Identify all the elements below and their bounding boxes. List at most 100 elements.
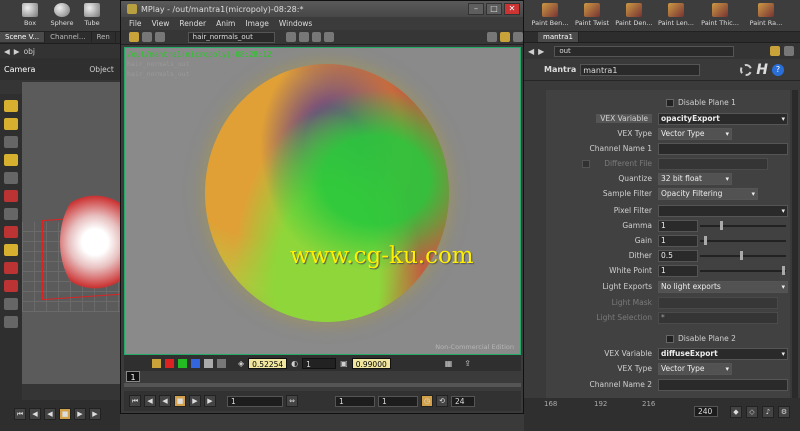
keyframe-icon[interactable]: ◆ <box>730 406 742 418</box>
exposure-field[interactable]: 0.99000 <box>351 357 391 369</box>
mplay-title-bar[interactable]: MPlay - /out/mantra1(micropoly)-08:28:* … <box>121 1 523 17</box>
vex-variable-2-field[interactable]: diffuseExport <box>658 348 788 360</box>
current-frame[interactable]: 1 <box>126 371 140 382</box>
menu-windows[interactable]: Windows <box>279 19 312 28</box>
3d-viewport[interactable] <box>22 82 120 384</box>
crop-icon[interactable] <box>324 32 335 42</box>
tab-scene-view[interactable]: Scene V... <box>0 32 46 42</box>
end-frame-field[interactable]: 240 <box>694 406 718 417</box>
settings-icon[interactable] <box>513 32 524 42</box>
link-icon[interactable] <box>784 46 794 56</box>
sphere-tool[interactable]: Sphere <box>48 2 76 30</box>
key-settings-icon[interactable]: ◇ <box>746 406 758 418</box>
sample-filter-select[interactable]: Opacity Filtering <box>658 188 758 200</box>
mplay-step-forward-button[interactable]: ▶ <box>204 395 216 407</box>
menu-anim[interactable]: Anim <box>216 19 235 28</box>
paint-thickness-tool[interactable]: Paint Thic... <box>698 2 742 30</box>
different-file-checkbox[interactable] <box>582 160 590 168</box>
layer-select[interactable]: hair_normals_out <box>187 31 275 43</box>
maximize-button[interactable]: □ <box>486 3 502 15</box>
different-file-field[interactable] <box>658 158 768 170</box>
tab-mantra1[interactable]: mantra1 <box>538 32 579 42</box>
pin-icon[interactable] <box>770 46 780 56</box>
out-path-field[interactable]: out <box>554 45 735 57</box>
exposure-icon[interactable]: ▣ <box>340 359 348 368</box>
forward-arrow-icon[interactable]: ▶ <box>538 47 544 56</box>
zoom-out-icon[interactable] <box>298 32 309 42</box>
luminance-icon[interactable] <box>217 358 226 368</box>
blue-channel-icon[interactable] <box>191 358 200 368</box>
dither-field[interactable]: 0.5 <box>658 250 698 262</box>
gain-field[interactable]: 1 <box>658 235 698 247</box>
mplay-timeline[interactable] <box>124 383 521 387</box>
gamma-field[interactable]: 1 <box>658 220 698 232</box>
disable-plane-2-checkbox[interactable] <box>666 335 674 343</box>
gear-icon[interactable] <box>740 63 753 76</box>
gamma-field[interactable]: 0.52254 <box>248 357 288 369</box>
mplay-stop-button[interactable]: ■ <box>174 395 186 407</box>
snapshot-icon[interactable] <box>500 32 511 42</box>
close-button[interactable]: ✕ <box>504 3 520 15</box>
render-tool-icon[interactable] <box>4 298 18 310</box>
object-label[interactable]: Object <box>89 65 113 74</box>
help-h-icon[interactable]: H <box>756 62 768 78</box>
gamma-slider[interactable] <box>700 221 786 230</box>
zoom-in-icon[interactable] <box>285 32 296 42</box>
main-timeline[interactable]: 168 192 216 240 ◆ ◇ ♪ ⚙ <box>524 398 800 431</box>
camera-label[interactable]: Camera <box>4 65 35 74</box>
display-mode-icon[interactable] <box>129 32 139 42</box>
channel-name-2-field[interactable] <box>658 379 788 391</box>
histogram-icon[interactable]: ▦ <box>445 359 453 368</box>
vex-type-1-select[interactable]: Vector Type <box>658 128 732 140</box>
realtime-icon[interactable]: ◷ <box>421 395 433 407</box>
scale-tool-icon[interactable] <box>4 154 18 166</box>
light-mask-field[interactable] <box>658 297 778 309</box>
step-forward-button[interactable]: ▶ <box>89 408 101 420</box>
start-frame-field[interactable]: 1 <box>227 395 283 407</box>
fit-icon[interactable] <box>311 32 322 42</box>
render-view[interactable]: /out/mantra1(micropoly)-08:28:12 hair_no… <box>124 47 521 355</box>
vex-variable-1-field[interactable]: opacityExport <box>658 113 788 125</box>
back-arrow-icon[interactable]: ◀ <box>528 47 534 56</box>
gain-slider[interactable] <box>700 236 786 245</box>
minimize-button[interactable]: – <box>468 3 484 15</box>
end-frame-field[interactable]: 24 <box>451 395 475 407</box>
color-rgb-icon[interactable] <box>152 358 161 368</box>
loop-icon[interactable]: ⟲ <box>436 395 448 407</box>
pose-tool-icon[interactable] <box>4 172 18 184</box>
paint-length-tool[interactable]: Paint Len... <box>656 2 696 30</box>
path-label[interactable]: obj <box>24 47 35 56</box>
contrast-icon[interactable]: ◐ <box>291 359 298 368</box>
menu-render[interactable]: Render <box>179 19 206 28</box>
help-icon[interactable]: ? <box>771 63 784 76</box>
paint-raise-tool[interactable]: Paint Ra... <box>746 2 786 30</box>
channel-name-1-field[interactable] <box>658 143 788 155</box>
play-back-button[interactable]: ◀ <box>44 408 56 420</box>
tube-tool[interactable]: Tube <box>78 2 106 30</box>
mplay-reverse-button[interactable]: ◀ <box>159 395 171 407</box>
step-back-button[interactable]: ◀ <box>29 408 41 420</box>
green-channel-icon[interactable] <box>178 358 187 368</box>
misc-tool-icon[interactable] <box>4 316 18 328</box>
node-name-field[interactable]: mantra1 <box>580 63 701 76</box>
export-icon[interactable]: ⇪ <box>464 359 471 368</box>
frame-field-1[interactable]: 1 <box>335 395 375 407</box>
paint-tool-icon[interactable] <box>4 280 18 292</box>
tab-render[interactable]: Ren <box>92 32 116 42</box>
forward-arrow-icon[interactable]: ▶ <box>14 47 20 56</box>
disable-plane-1-checkbox[interactable] <box>666 99 674 107</box>
white-point-field[interactable]: 1 <box>658 265 698 277</box>
pin-icon[interactable] <box>487 32 498 42</box>
rotate-tool-icon[interactable] <box>4 136 18 148</box>
range-lock-icon[interactable]: ⇔ <box>286 395 298 407</box>
grid-tool-icon[interactable] <box>4 244 18 256</box>
menu-file[interactable]: File <box>129 19 142 28</box>
tab-channel[interactable]: Channel... <box>45 32 92 42</box>
magnet-tool-icon[interactable] <box>4 262 18 274</box>
red-channel-icon[interactable] <box>165 358 174 368</box>
light-selection-field[interactable]: * <box>658 312 778 324</box>
compare-icon[interactable] <box>154 32 165 42</box>
parameter-scrollbar[interactable] <box>792 90 798 431</box>
transform-tool-icon[interactable] <box>4 118 18 130</box>
snap-tool-icon[interactable] <box>4 226 18 238</box>
